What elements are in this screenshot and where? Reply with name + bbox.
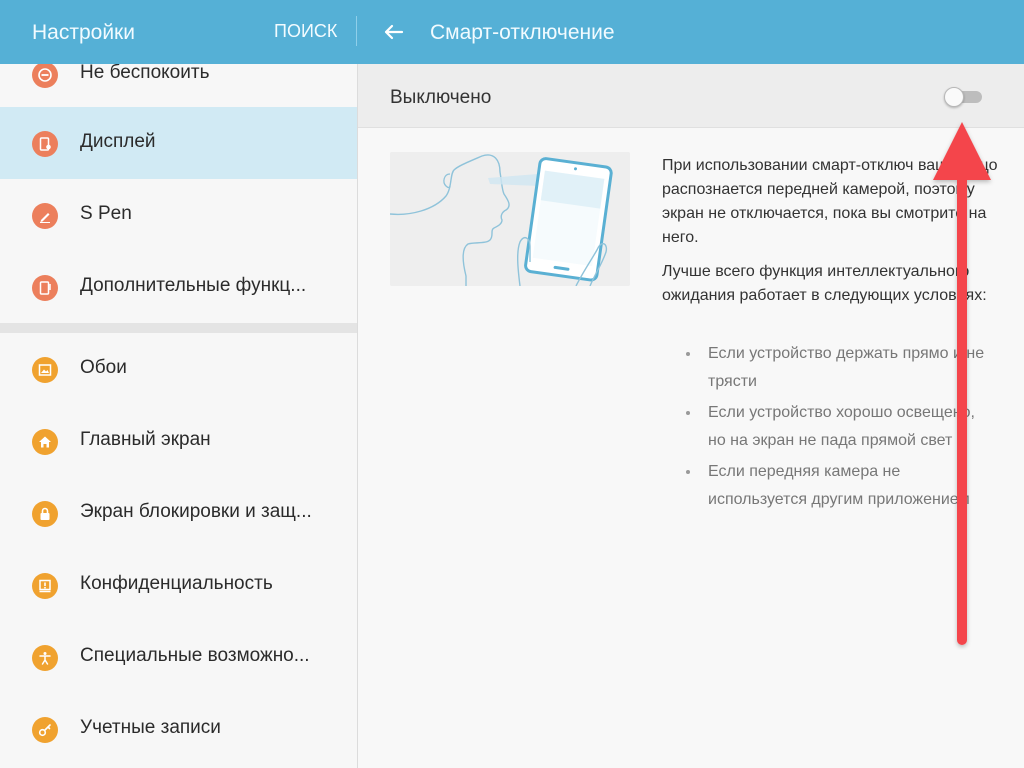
back-button[interactable]: [378, 18, 410, 46]
sidebar-item-label: Учетные записи: [80, 717, 221, 738]
sidebar-item-display[interactable]: Дисплей: [0, 107, 357, 179]
sidebar-item-wallpaper[interactable]: Обои: [0, 333, 357, 405]
sidebar-item-label: Специальные возможно...: [80, 645, 310, 666]
arrow-up-annotation-icon: [933, 122, 991, 645]
bullet-icon: [686, 470, 690, 474]
top-app-bar: Настройки ПОИСК Смарт-отключение: [0, 0, 1024, 64]
wallpaper-icon: [32, 357, 58, 383]
sidebar-item-label: Главный экран: [80, 429, 211, 450]
toolbar-divider: [356, 16, 357, 46]
display-icon: [32, 131, 58, 157]
sidebar-item-lock-screen[interactable]: Экран блокировки и защ...: [0, 477, 357, 549]
home-icon: [32, 429, 58, 455]
sidebar-item-privacy[interactable]: Конфиденциальность: [0, 549, 357, 621]
search-button[interactable]: ПОИСК: [274, 21, 337, 42]
sidebar-item-accessibility[interactable]: Специальные возможно...: [0, 621, 357, 693]
sidebar-item-do-not-disturb[interactable]: Не беспокоить: [0, 64, 357, 110]
key-icon: [32, 717, 58, 743]
pen-icon: [32, 203, 58, 229]
sidebar-item-home-screen[interactable]: Главный экран: [0, 405, 357, 477]
sidebar-item-label: Дополнительные функц...: [80, 275, 307, 296]
do-not-disturb-icon: [32, 64, 58, 88]
smart-stay-panel: Выключено При использовании смарт-отключ…: [358, 64, 1024, 768]
sidebar-item-label: Экран блокировки и защ...: [80, 501, 312, 522]
smart-stay-toggle[interactable]: [944, 87, 982, 107]
toggle-thumb: [944, 87, 964, 107]
arrow-back-icon: [384, 24, 404, 40]
settings-sidebar: Не беспокоить Дисплей S Pen Дополнительн…: [0, 64, 357, 768]
sidebar-item-s-pen[interactable]: S Pen: [0, 179, 357, 251]
master-switch-row[interactable]: Выключено: [358, 64, 1024, 128]
sidebar-item-accounts[interactable]: Учетные записи: [0, 693, 357, 765]
face-and-tablet-illustration: [390, 152, 630, 286]
sidebar-item-label: Конфиденциальность: [80, 573, 273, 594]
page-title: Смарт-отключение: [430, 21, 615, 44]
bullet-icon: [686, 411, 690, 415]
bullet-icon: [686, 352, 690, 356]
sidebar-item-advanced-features[interactable]: Дополнительные функц...: [0, 251, 357, 323]
app-title: Настройки: [32, 21, 135, 44]
sidebar-item-label: Не беспокоить: [80, 64, 210, 83]
sidebar-item-label: Обои: [80, 357, 127, 378]
smart-stay-illustration: [390, 152, 630, 286]
sidebar-item-label: S Pen: [80, 203, 132, 224]
group-separator: [0, 323, 357, 333]
sidebar-item-label: Дисплей: [80, 131, 156, 152]
privacy-icon: [32, 573, 58, 599]
accessibility-icon: [32, 645, 58, 671]
advanced-features-icon: [32, 275, 58, 301]
lock-icon: [32, 501, 58, 527]
master-switch-label: Выключено: [390, 87, 492, 108]
